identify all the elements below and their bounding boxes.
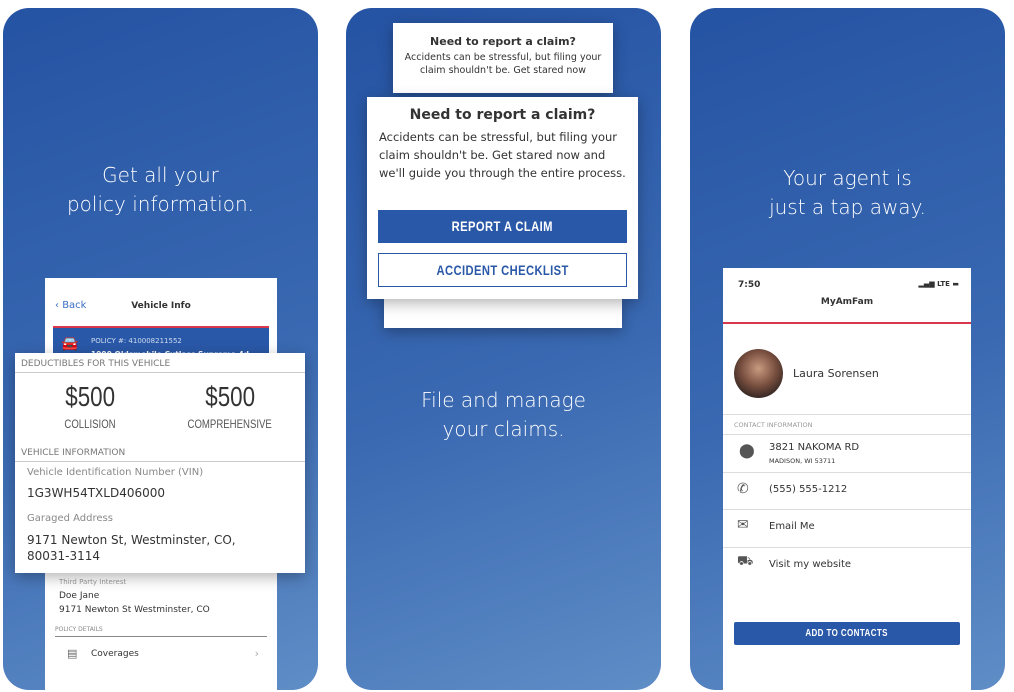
website-row[interactable]: ⛟ Visit my website [723, 547, 971, 581]
address-line1: 3821 NAKOMA RD [769, 442, 860, 453]
comprehensive-label: COMPREHENSIVE [187, 417, 273, 431]
email-row[interactable]: ✉ Email Me [723, 509, 971, 543]
car-icon: 🚘 [61, 336, 79, 352]
headline-line: your claims. [442, 417, 565, 441]
collision-label: COLLISION [64, 417, 116, 431]
headline-line: Get all your [102, 163, 219, 187]
headline-line: Your agent is [783, 166, 912, 190]
phone-number: (555) 555-1212 [769, 484, 848, 495]
comprehensive-amount: $500 [205, 381, 255, 412]
headline: File and manage your claims. [346, 386, 661, 444]
back-card-body: Accidents can be stressful, but filing y… [404, 52, 602, 76]
email-link: Email Me [769, 521, 815, 532]
headline: Get all your policy information. [3, 161, 318, 219]
garaged-label: Garaged Address [27, 513, 113, 524]
vehicle-details-card: DEDUCTIBLES FOR THIS VEHICLE $500 COLLIS… [15, 353, 305, 573]
policy-info-panel: Get all your policy information. ‹ Back V… [3, 8, 318, 690]
agent-screen: 7:50 ▂▄▆ LTE ▬ MyAmFam Laura Sorensen CO… [723, 268, 971, 690]
comprehensive-deductible: $500 COMPREHENSIVE [175, 381, 285, 432]
collision-amount: $500 [65, 381, 115, 412]
phone-row[interactable]: ✆ (555) 555-1212 [723, 472, 971, 506]
policy-details-header: POLICY DETAILS [55, 626, 103, 633]
app-title: MyAmFam [820, 297, 874, 307]
card-title: Need to report a claim? [409, 107, 596, 123]
deductibles-header: DEDUCTIBLES FOR THIS VEHICLE [21, 359, 171, 369]
address-line2: MADISON, WI 53711 [769, 457, 836, 465]
add-to-contacts-button[interactable]: ADD TO CONTACTS [734, 622, 960, 645]
back-claim-card: Need to report a claim? Accidents can be… [393, 23, 613, 93]
headline-line: File and manage [421, 388, 586, 412]
vin-value: 1G3WH54TXLD406000 [27, 486, 166, 500]
website-link: Visit my website [769, 559, 852, 570]
agent-name: Laura Sorensen [793, 367, 879, 380]
third-party-address: 9171 Newton St Westminster, CO [59, 605, 210, 615]
address-row[interactable]: ⬤ 3821 NAKOMA RD MADISON, WI 53711 [723, 434, 971, 469]
card-body: Accidents can be stressful, but filing y… [379, 130, 626, 180]
vin-label: Vehicle Identification Number (VIN) [27, 467, 204, 478]
phone-icon: ✆ [737, 481, 749, 497]
vehicle-info-header: VEHICLE INFORMATION [21, 448, 126, 458]
agent-avatar [734, 349, 783, 398]
garaged-line: 80031-3114 [27, 549, 101, 563]
coverages-label: Coverages [91, 649, 139, 659]
agent-panel: Your agent is just a tap away. 7:50 ▂▄▆ L… [690, 8, 1005, 690]
third-party-label: Third Party Interest [59, 578, 127, 586]
stacked-card [384, 298, 622, 328]
back-card-title: Need to report a claim? [430, 35, 576, 48]
headline: Your agent is just a tap away. [690, 164, 1005, 222]
third-party-name: Doe Jane [59, 591, 100, 601]
garaged-line: 9171 Newton St, Westminster, CO, [27, 533, 236, 547]
envelope-icon: ✉ [737, 517, 749, 533]
website-icon: ⛟ [737, 554, 754, 569]
coverages-row[interactable]: ▤ Coverages › [55, 636, 267, 674]
contact-header: CONTACT INFORMATION [734, 421, 813, 429]
screen-title: Vehicle Info [131, 301, 191, 311]
location-pin-icon: ⬤ [739, 443, 755, 459]
policy-number: POLICY #: 410008211552 [91, 337, 182, 345]
accident-checklist-button[interactable]: ACCIDENT CHECKLIST [378, 253, 627, 287]
status-icons: ▂▄▆ LTE ▬ [918, 280, 959, 288]
collision-deductible: $500 COLLISION [35, 381, 145, 432]
report-claim-card: Need to report a claim? Accidents can be… [367, 97, 638, 299]
headline-line: just a tap away. [769, 195, 926, 219]
headline-line: policy information. [66, 192, 255, 216]
status-time: 7:50 [738, 280, 761, 290]
chevron-right-icon: › [254, 647, 259, 660]
report-claim-button[interactable]: REPORT A CLAIM [378, 210, 627, 243]
garaged-address: 9171 Newton St, Westminster, CO, 80031-31… [27, 532, 236, 564]
document-icon: ▤ [67, 647, 78, 660]
claims-panel: Need to report a claim? Accidents can be… [346, 8, 661, 690]
